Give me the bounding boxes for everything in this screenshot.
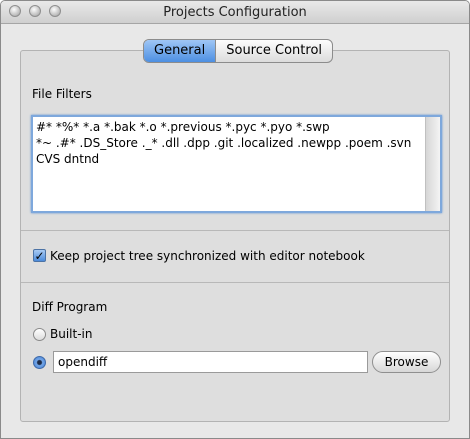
custom-diff-radio[interactable] bbox=[33, 356, 46, 369]
tab-bar: General Source Control bbox=[143, 39, 334, 63]
diff-program-label: Diff Program bbox=[32, 300, 108, 314]
title-bar: Projects Configuration bbox=[1, 1, 469, 24]
file-filters-label: File Filters bbox=[32, 87, 92, 101]
file-filters-text: #* *%* *.a *.bak *.o *.previous *.pyc *.… bbox=[33, 117, 440, 169]
tab-source-control[interactable]: Source Control bbox=[215, 40, 332, 62]
builtin-label: Built-in bbox=[50, 327, 93, 341]
keep-sync-checkbox[interactable]: ✓ bbox=[33, 249, 46, 262]
file-filters-line: #* *%* *.a *.bak *.o *.previous *.pyc *.… bbox=[36, 120, 330, 134]
window-title: Projects Configuration bbox=[163, 5, 307, 20]
separator bbox=[21, 282, 449, 283]
diff-program-input[interactable]: opendiff bbox=[53, 351, 368, 373]
file-filters-line: CVS dntnd bbox=[36, 152, 100, 166]
builtin-radio[interactable] bbox=[33, 328, 46, 341]
keep-sync-label: Keep project tree synchronized with edit… bbox=[50, 249, 365, 263]
browse-button[interactable]: Browse bbox=[372, 351, 441, 373]
file-filters-scrollbar[interactable] bbox=[425, 117, 440, 211]
file-filters-line: *~ .#* .DS_Store ._* .dll .dpp .git .loc… bbox=[36, 136, 412, 150]
separator bbox=[21, 230, 449, 231]
projects-configuration-window: Projects Configuration General Source Co… bbox=[0, 0, 470, 439]
file-filters-textarea[interactable]: #* *%* *.a *.bak *.o *.previous *.pyc *.… bbox=[31, 115, 442, 213]
tab-general[interactable]: General bbox=[144, 40, 216, 62]
checkmark-icon: ✓ bbox=[34, 249, 45, 263]
